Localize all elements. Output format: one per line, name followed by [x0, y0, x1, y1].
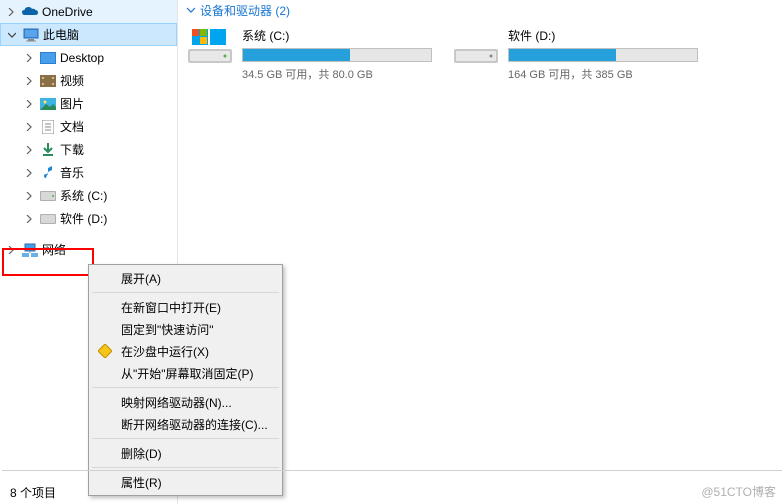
- menu-separator: [92, 387, 279, 388]
- menu-delete[interactable]: 删除(D): [91, 442, 280, 464]
- menu-separator: [92, 467, 279, 468]
- chevron-right-icon: [4, 243, 18, 257]
- chevron-right-icon: [22, 120, 36, 134]
- drive-info: 软件 (D:) 164 GB 可用，共 385 GB: [508, 27, 698, 82]
- music-icon: [40, 165, 56, 181]
- tree-downloads[interactable]: 下载: [0, 138, 177, 161]
- downloads-icon: [40, 142, 56, 158]
- content-area: 设备和驱动器 (2) 系统 (C:) 34.5 GB 可用，共 80.0 GB …: [178, 0, 784, 82]
- drive-name: 软件 (D:): [508, 27, 698, 44]
- computer-icon: [23, 27, 39, 43]
- chevron-right-icon: [22, 74, 36, 88]
- tree-desktop[interactable]: Desktop: [0, 46, 177, 69]
- chevron-right-icon: [22, 143, 36, 157]
- drive-status: 34.5 GB 可用，共 80.0 GB: [242, 66, 432, 82]
- drive-item[interactable]: 系统 (C:) 34.5 GB 可用，共 80.0 GB: [186, 27, 432, 82]
- chevron-down-icon: [5, 28, 19, 42]
- onedrive-label: OneDrive: [42, 5, 93, 19]
- drive-bar: [242, 48, 432, 62]
- menu-separator: [92, 292, 279, 293]
- network-icon: [22, 242, 38, 258]
- drive-icon: [40, 188, 56, 204]
- desktop-label: Desktop: [60, 51, 104, 65]
- tree-onedrive[interactable]: OneDrive: [0, 0, 177, 23]
- menu-expand[interactable]: 展开(A): [91, 267, 280, 289]
- menu-map-network-drive[interactable]: 映射网络驱动器(N)...: [91, 391, 280, 413]
- tree-drive-c[interactable]: 系统 (C:): [0, 184, 177, 207]
- menu-separator: [92, 438, 279, 439]
- menu-run-sandbox[interactable]: 在沙盘中运行(X): [91, 340, 280, 362]
- statusbar: 8 个项目: [0, 480, 56, 504]
- documents-label: 文档: [60, 118, 84, 135]
- pictures-label: 图片: [60, 95, 84, 112]
- drive-list: 系统 (C:) 34.5 GB 可用，共 80.0 GB 软件 (D:) 164…: [186, 27, 776, 82]
- drive-icon: [186, 27, 234, 67]
- statusbar-separator: [2, 470, 782, 471]
- context-menu: 展开(A) 在新窗口中打开(E) 固定到"快速访问" 在沙盘中运行(X) 从"开…: [88, 264, 283, 496]
- menu-disconnect-network-drive[interactable]: 断开网络驱动器的连接(C)...: [91, 413, 280, 435]
- chevron-right-icon: [22, 166, 36, 180]
- watermark: @51CTO博客: [701, 483, 776, 500]
- tree-videos[interactable]: 视频: [0, 69, 177, 92]
- network-label: 网络: [42, 241, 66, 258]
- videos-label: 视频: [60, 72, 84, 89]
- drive-bar: [508, 48, 698, 62]
- desktop-icon: [40, 50, 56, 66]
- chevron-right-icon: [22, 212, 36, 226]
- tree-documents[interactable]: 文档: [0, 115, 177, 138]
- tree-pictures[interactable]: 图片: [0, 92, 177, 115]
- drive-info: 系统 (C:) 34.5 GB 可用，共 80.0 GB: [242, 27, 432, 82]
- tree-network[interactable]: 网络: [0, 238, 177, 261]
- chevron-right-icon: [22, 51, 36, 65]
- tree-music[interactable]: 音乐: [0, 161, 177, 184]
- tree-drive-d[interactable]: 软件 (D:): [0, 207, 177, 230]
- downloads-label: 下载: [60, 141, 84, 158]
- drive-icon: [452, 27, 500, 67]
- chevron-right-icon: [22, 97, 36, 111]
- drive-status: 164 GB 可用，共 385 GB: [508, 66, 698, 82]
- drive-d-label: 软件 (D:): [60, 210, 107, 227]
- menu-pin-quick-access[interactable]: 固定到"快速访问": [91, 318, 280, 340]
- thispc-label: 此电脑: [43, 26, 79, 43]
- videos-icon: [40, 73, 56, 89]
- section-header[interactable]: 设备和驱动器 (2): [186, 0, 776, 27]
- menu-unpin-start[interactable]: 从"开始"屏幕取消固定(P): [91, 362, 280, 384]
- chevron-right-icon: [4, 5, 18, 19]
- music-label: 音乐: [60, 164, 84, 181]
- sandbox-icon: [97, 343, 113, 359]
- menu-properties[interactable]: 属性(R): [91, 471, 280, 493]
- pictures-icon: [40, 96, 56, 112]
- chevron-down-icon: [186, 4, 196, 18]
- onedrive-icon: [22, 4, 38, 20]
- section-title: 设备和驱动器 (2): [200, 2, 290, 19]
- drive-c-label: 系统 (C:): [60, 187, 107, 204]
- tree-thispc[interactable]: 此电脑: [0, 23, 177, 46]
- menu-open-new-window[interactable]: 在新窗口中打开(E): [91, 296, 280, 318]
- documents-icon: [40, 119, 56, 135]
- drive-item[interactable]: 软件 (D:) 164 GB 可用，共 385 GB: [452, 27, 698, 82]
- chevron-right-icon: [22, 189, 36, 203]
- drive-icon: [40, 211, 56, 227]
- drive-name: 系统 (C:): [242, 27, 432, 44]
